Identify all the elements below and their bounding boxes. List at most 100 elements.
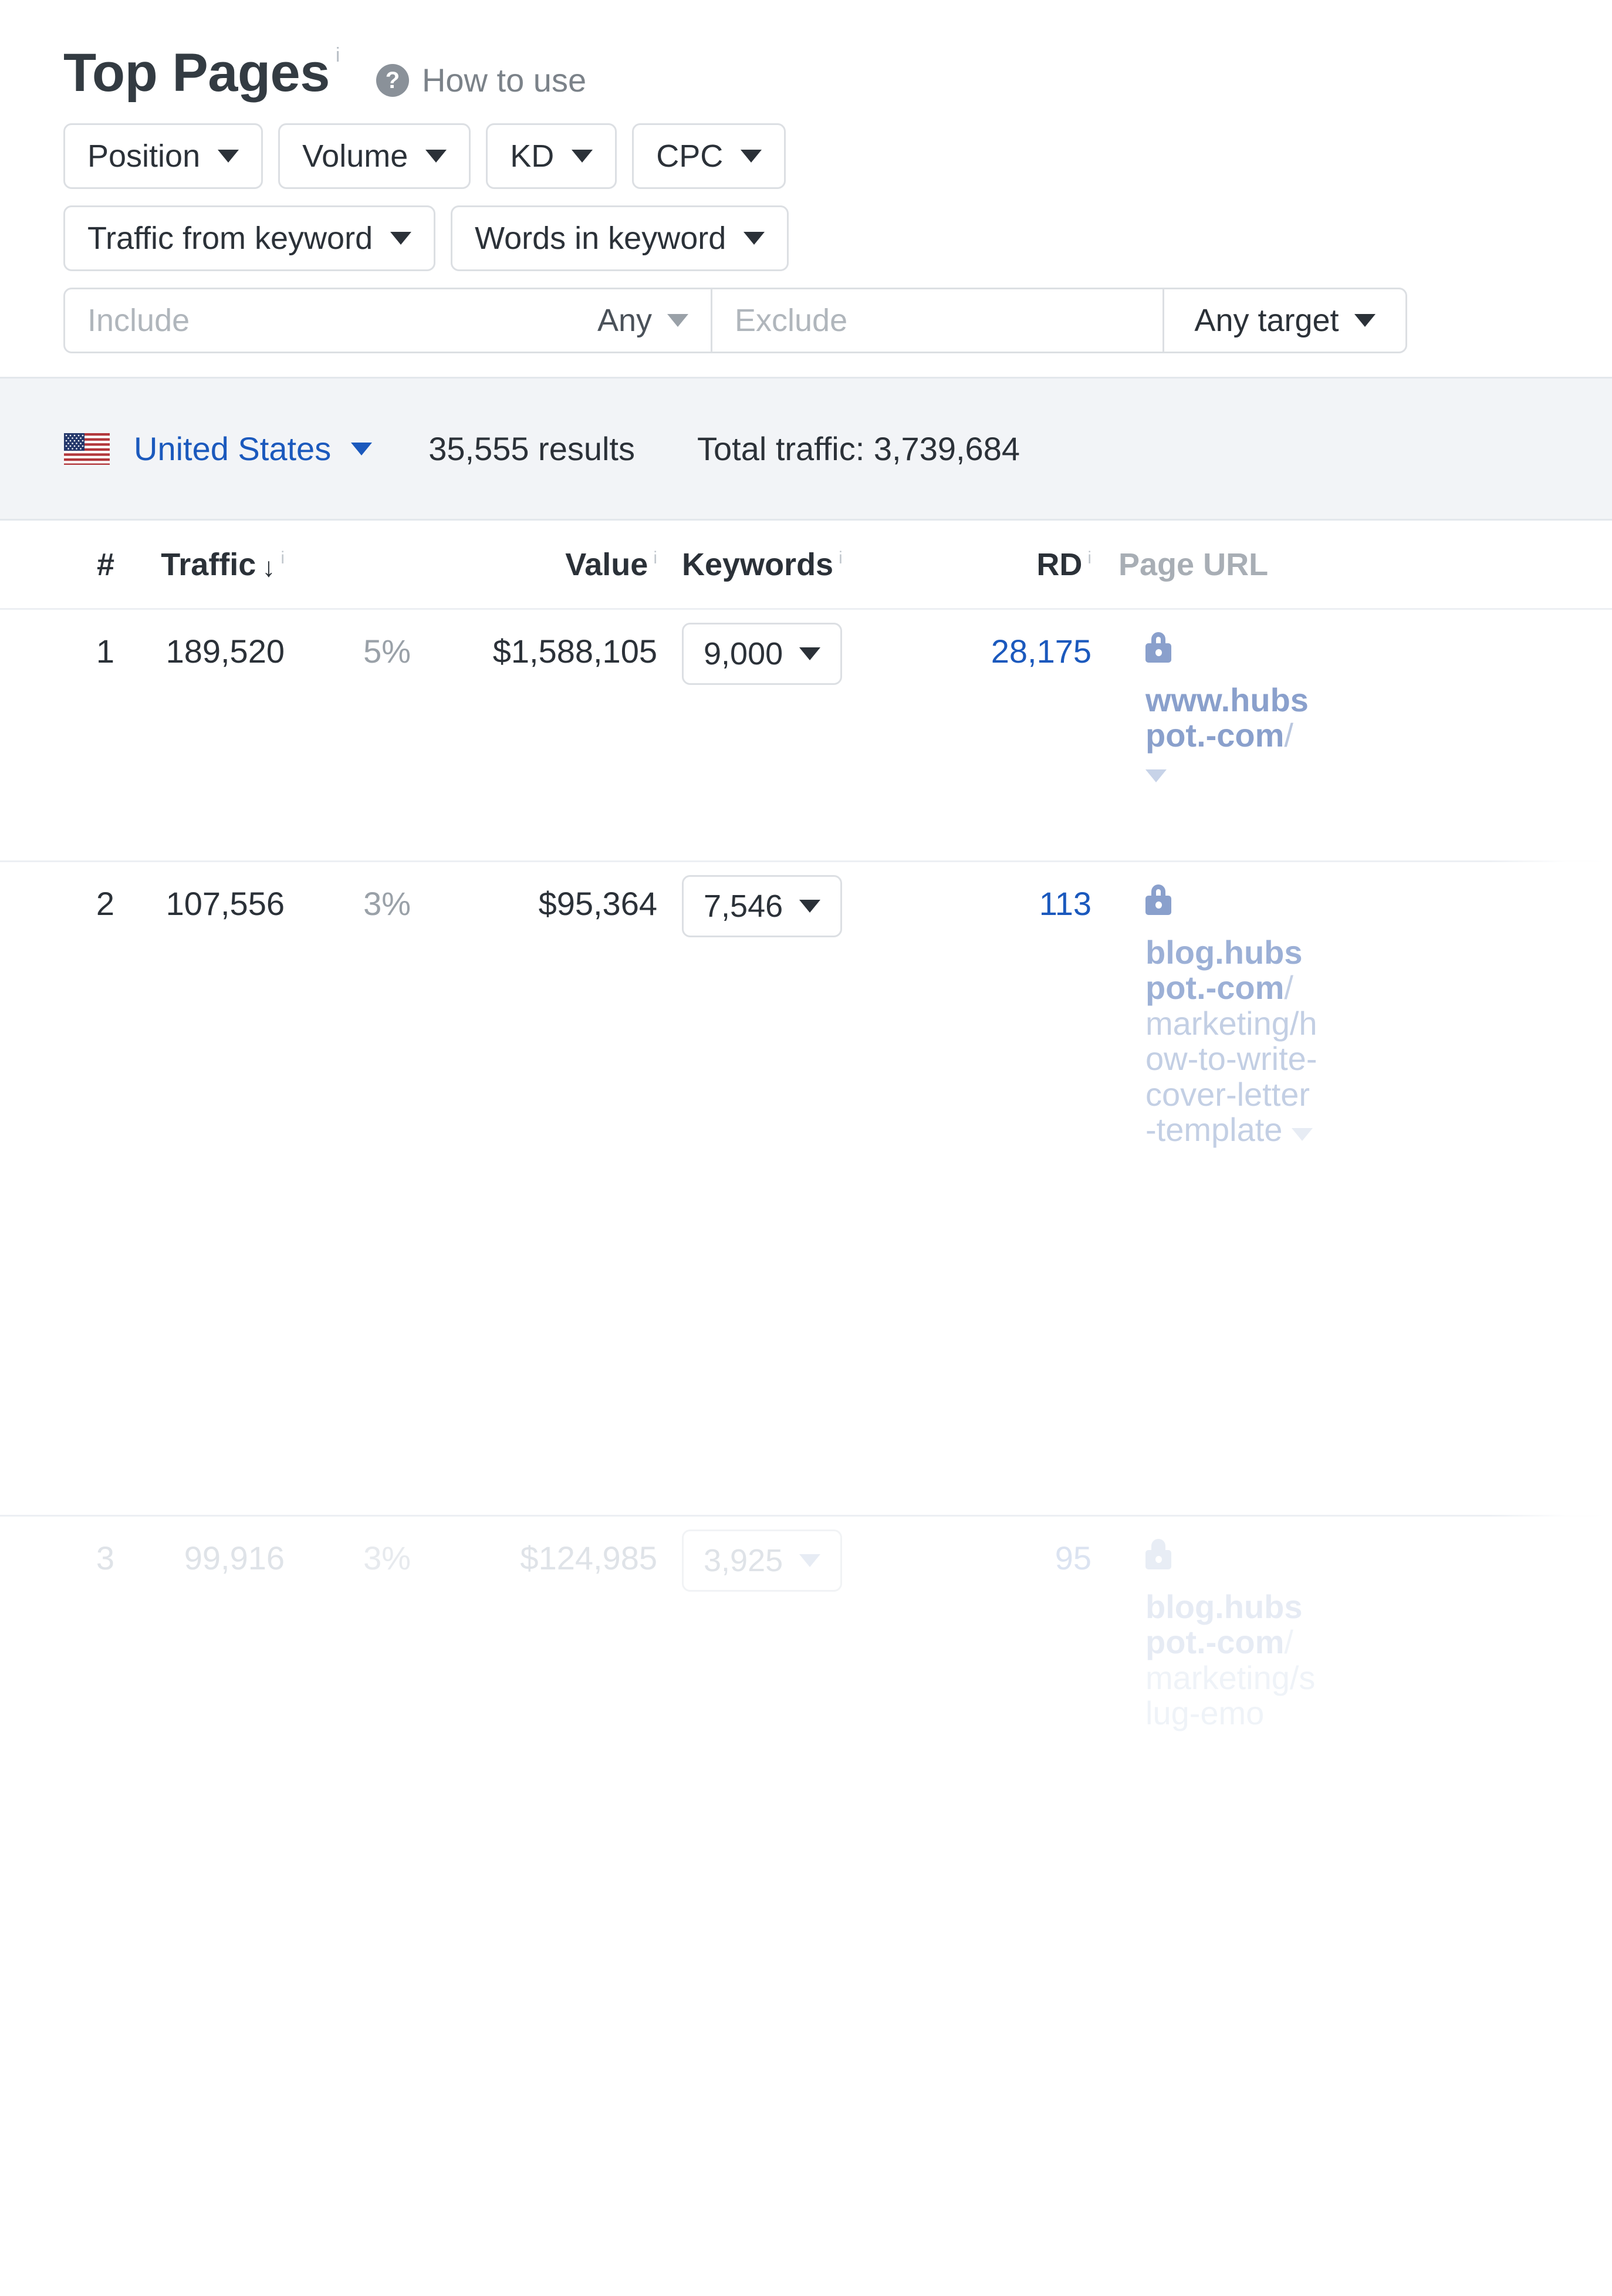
include-mode-label: Any: [597, 303, 652, 338]
info-icon[interactable]: i: [653, 548, 657, 568]
title-info-icon[interactable]: i: [336, 44, 340, 66]
report-header: Top Pages i ? How to use: [0, 0, 1612, 123]
chevron-down-icon: [1354, 314, 1376, 327]
table-row[interactable]: 3 99,916 3% $124,985 3,925 95 blog.hubsp…: [0, 1517, 1612, 1986]
chevron-down-icon: [425, 150, 447, 163]
row-rank: 1: [96, 633, 114, 670]
chevron-down-icon[interactable]: [1145, 769, 1167, 782]
lock-icon: [1145, 884, 1171, 915]
table-row[interactable]: 1 189,520 5% $1,588,105 9,000 28,175 www…: [0, 610, 1612, 862]
filter-words-in-keyword[interactable]: Words in keyword: [451, 205, 789, 271]
table-row[interactable]: 2 107,556 3% $95,364 7,546 113 blog.hubs…: [0, 862, 1612, 1517]
chevron-down-icon: [744, 232, 765, 245]
include-mode-select[interactable]: Any: [597, 302, 688, 339]
column-header-traffic[interactable]: Traffic ↓ i: [114, 546, 285, 583]
lock-icon: [1145, 632, 1171, 663]
column-header-value-label: Value: [565, 546, 648, 582]
row-keywords-value: 7,546: [704, 889, 783, 924]
filter-row-secondary: Traffic from keyword Words in keyword: [63, 205, 1612, 271]
row-traffic-percent: 5%: [363, 633, 411, 670]
sort-descending-icon[interactable]: ↓: [262, 551, 275, 583]
chevron-down-icon: [799, 647, 821, 660]
row-keywords-dropdown[interactable]: 9,000: [682, 623, 843, 685]
target-select-label: Any target: [1194, 303, 1339, 338]
chevron-down-icon: [799, 900, 821, 913]
chevron-down-icon: [218, 150, 239, 163]
table-header-row: # Traffic ↓ i Value i Keywords i RD i Pa…: [0, 521, 1612, 610]
target-select[interactable]: Any target: [1162, 289, 1405, 352]
filter-kd[interactable]: KD: [486, 123, 617, 189]
chevron-down-icon: [390, 232, 412, 245]
country-selector-label[interactable]: United States: [134, 430, 331, 468]
column-header-value[interactable]: Value i: [411, 546, 657, 583]
row-referring-domains[interactable]: 28,175: [904, 632, 1091, 670]
column-header-keywords[interactable]: Keywords i: [657, 546, 904, 583]
info-icon[interactable]: i: [839, 548, 843, 568]
filter-words-in-keyword-label: Words in keyword: [475, 221, 726, 256]
include-field-wrapper[interactable]: Include Any: [65, 289, 711, 352]
row-keywords-cell: 3,925: [657, 1529, 904, 1592]
row-page-url-cell: blog.hubspot.-com/marketing/slug-emo: [1091, 1539, 1612, 1731]
filter-cpc[interactable]: CPC: [632, 123, 786, 189]
include-exclude-group: Include Any Exclude Any target: [63, 288, 1407, 353]
total-traffic: Total traffic: 3,739,684: [697, 430, 1020, 467]
column-header-traffic-label: Traffic: [161, 546, 256, 582]
include-input[interactable]: Include: [87, 302, 190, 339]
column-header-rank-label: #: [96, 546, 114, 582]
row-page-url[interactable]: blog.hubspot.-com/marketing/slug-emo: [1145, 1588, 1315, 1731]
filter-position[interactable]: Position: [63, 123, 263, 189]
row-value: $1,588,105: [492, 633, 657, 670]
row-value: $95,364: [538, 885, 657, 922]
row-page-url-cell: www.hubspot.-com/: [1091, 632, 1612, 789]
column-header-keywords-label: Keywords: [682, 546, 834, 582]
row-keywords-value: 3,925: [704, 1543, 783, 1578]
filter-cpc-label: CPC: [656, 139, 724, 174]
row-page-url[interactable]: blog.hubspot.-com/marketing/how-to-write…: [1145, 934, 1317, 1148]
filter-row-include-exclude: Include Any Exclude Any target: [63, 288, 1612, 353]
page-title: Top Pages i: [63, 44, 340, 100]
column-header-rank: #: [0, 546, 114, 583]
chevron-down-icon: [799, 1554, 821, 1567]
filter-panel: Position Volume KD CPC Traffic from keyw…: [0, 123, 1612, 353]
top-pages-report: Top Pages i ? How to use Position Volume …: [0, 0, 1612, 2296]
row-rank: 3: [96, 1539, 114, 1576]
row-traffic-percent: 3%: [363, 1539, 411, 1576]
chevron-down-icon: [572, 150, 593, 163]
filter-traffic-from-keyword-label: Traffic from keyword: [87, 221, 373, 256]
row-traffic: 189,520: [165, 633, 285, 670]
filter-volume[interactable]: Volume: [278, 123, 471, 189]
row-keywords-cell: 9,000: [657, 623, 904, 685]
exclude-field-wrapper[interactable]: Exclude: [711, 289, 1162, 352]
how-to-use-label: How to use: [421, 62, 587, 99]
info-icon[interactable]: i: [281, 548, 285, 568]
row-traffic: 99,916: [184, 1539, 285, 1576]
lock-icon: [1145, 1539, 1171, 1569]
row-rank: 2: [96, 885, 114, 922]
chevron-down-icon[interactable]: [351, 442, 373, 455]
filter-volume-label: Volume: [302, 139, 408, 174]
row-referring-domains[interactable]: 113: [904, 884, 1091, 923]
info-icon[interactable]: i: [1087, 548, 1091, 568]
question-mark-circle-icon: ?: [376, 63, 409, 97]
column-header-rd-label: RD: [1036, 546, 1083, 582]
column-header-rd[interactable]: RD i: [904, 546, 1091, 583]
country-summary-bar: United States 35,555 results Total traff…: [0, 377, 1612, 521]
exclude-input[interactable]: Exclude: [735, 302, 847, 339]
filter-position-label: Position: [87, 139, 201, 174]
filter-row-primary: Position Volume KD CPC: [63, 123, 1612, 189]
row-traffic: 107,556: [165, 885, 285, 922]
row-keywords-dropdown[interactable]: 7,546: [682, 875, 843, 937]
row-keywords-dropdown[interactable]: 3,925: [682, 1529, 843, 1592]
how-to-use-link[interactable]: ? How to use: [376, 61, 586, 99]
row-page-url[interactable]: www.hubspot.-com/: [1145, 681, 1309, 789]
chevron-down-icon[interactable]: [1292, 1128, 1313, 1142]
column-header-page-url-label: Page URL: [1118, 546, 1269, 582]
chevron-down-icon: [667, 314, 688, 327]
row-referring-domains[interactable]: 95: [904, 1539, 1091, 1577]
filter-traffic-from-keyword[interactable]: Traffic from keyword: [63, 205, 436, 271]
row-traffic-percent: 3%: [363, 885, 411, 922]
chevron-down-icon: [741, 150, 762, 163]
us-flag-icon: [63, 432, 110, 465]
top-pages-table: # Traffic ↓ i Value i Keywords i RD i Pa…: [0, 521, 1612, 1986]
row-url-domain: blog.hubspot.-com: [1145, 1588, 1303, 1661]
